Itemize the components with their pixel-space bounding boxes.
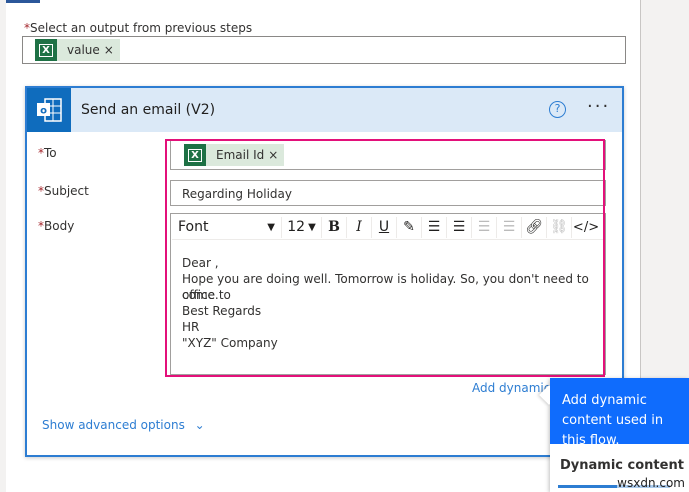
to-label-text: To	[44, 146, 57, 160]
show-advanced-options[interactable]: Show advanced options ⌄	[42, 418, 205, 432]
chevron-down-icon: ⌄	[194, 418, 205, 432]
show-advanced-label: Show advanced options	[42, 418, 185, 432]
more-options-button[interactable]: ···	[587, 96, 610, 117]
highlight-box	[165, 139, 605, 377]
dynamic-content-popup: Add dynamic content used in this flow. D…	[539, 378, 689, 492]
output-label: *Select an output from previous steps	[24, 21, 252, 35]
top-tab-indicator	[6, 0, 40, 3]
tab-dynamic-content[interactable]: Dynamic content	[560, 458, 684, 473]
remove-token-button[interactable]: ×	[104, 43, 120, 57]
subject-label: *Subject	[38, 184, 89, 198]
add-dynamic-content-link[interactable]: Add dynamic	[472, 381, 550, 395]
popup-description: Add dynamic content used in this flow.	[550, 378, 689, 448]
card-title: Send an email (V2)	[81, 102, 216, 118]
output-label-text: Select an output from previous steps	[30, 21, 253, 35]
subject-label-text: Subject	[44, 184, 89, 198]
card-header[interactable]: o Send an email (V2) ? ···	[27, 88, 622, 132]
output-input[interactable]: X value ×	[22, 36, 626, 64]
help-icon[interactable]: ?	[549, 101, 566, 118]
token-label: value	[67, 43, 100, 57]
body-label-text: Body	[44, 219, 75, 233]
outlook-icon: o	[27, 88, 71, 132]
to-label: *To	[38, 146, 57, 160]
value-token: X value ×	[35, 39, 120, 61]
watermark: wsxdn.com	[617, 476, 685, 490]
excel-icon: X	[35, 39, 57, 61]
body-label: *Body	[38, 219, 74, 233]
svg-text:o: o	[40, 106, 47, 117]
